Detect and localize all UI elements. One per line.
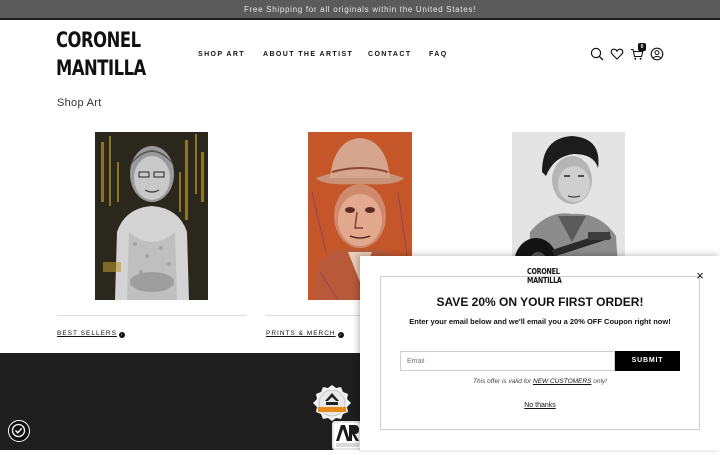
no-thanks-link[interactable]: No thanks — [360, 402, 720, 409]
submit-button[interactable]: SUBMIT — [615, 351, 680, 371]
popup-title: SAVE 20% ON YOUR FIRST ORDER! — [436, 295, 644, 309]
account-icon[interactable] — [650, 47, 664, 61]
category-divider-1 — [57, 315, 246, 316]
popup-logo-line-2: MANTILLA — [527, 276, 562, 285]
popup-logo: CORONEL MANTILLA — [527, 267, 562, 287]
art-logo-icon — [332, 421, 362, 450]
arrow-right-icon: › — [337, 332, 344, 338]
nav-shop-art[interactable]: SHOP ART — [198, 51, 245, 58]
nav-contact[interactable]: CONTACT — [368, 51, 412, 58]
arrow-right-icon: › — [118, 332, 125, 338]
offer-note-prefix: This offer is valid for — [473, 378, 534, 385]
offer-note-suffix: only! — [591, 378, 607, 385]
nav-faq[interactable]: FAQ — [429, 51, 448, 58]
category-link-best-sellers[interactable]: BEST SELLERS › — [57, 330, 125, 338]
popup-logo-line-1: CORONEL — [527, 267, 560, 276]
accessibility-button[interactable] — [8, 420, 30, 442]
search-icon[interactable] — [590, 47, 604, 61]
category-link-prints-merch[interactable]: PRINTS & MERCH › — [266, 330, 344, 338]
category-label-best-sellers: BEST SELLERS — [57, 330, 117, 337]
heart-icon[interactable] — [610, 47, 624, 61]
verified-artist-seller-badge — [313, 385, 351, 421]
category-label-prints-merch: PRINTS & MERCH — [266, 330, 336, 337]
header-icons: 0 — [590, 43, 670, 63]
offer-note: This offer is valid for NEW CUSTOMERS on… — [360, 378, 720, 385]
announcement-bar: Free Shipping for all originals within t… — [0, 0, 720, 20]
page-title: Shop Art — [57, 97, 102, 109]
accessibility-icon — [11, 423, 26, 438]
artwork-image-best-sellers[interactable] — [95, 132, 208, 300]
site-header: CORONEL MANTILLA SHOP ART ABOUT THE ARTI… — [0, 20, 720, 90]
nav-about-the-artist[interactable]: ABOUT THE ARTIST — [263, 51, 353, 58]
popup-description: Enter your email below and we'll email y… — [409, 317, 671, 326]
signup-popup: × CORONEL MANTILLA SAVE 20% ON YOUR FIRS… — [360, 256, 720, 450]
email-field[interactable] — [400, 351, 615, 371]
art-marketplace-badge — [332, 421, 362, 450]
artwork-portrait-woman — [95, 132, 208, 300]
cart-button[interactable]: 0 — [630, 43, 646, 61]
new-customers-text: NEW CUSTOMERS — [533, 378, 592, 385]
close-icon[interactable]: × — [694, 269, 706, 282]
cart-count-badge: 0 — [638, 43, 646, 51]
logo-line-1: CORONEL — [56, 28, 141, 52]
